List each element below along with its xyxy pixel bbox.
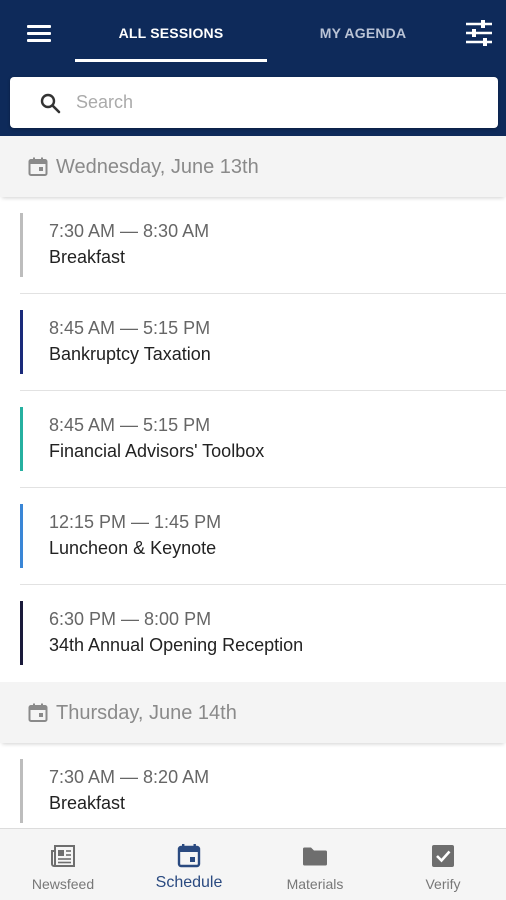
day-header: Wednesday, June 13th [0, 137, 506, 197]
sliders-icon [466, 20, 492, 46]
nav-newsfeed[interactable]: Newsfeed [0, 829, 126, 900]
day-header: Thursday, June 14th [0, 683, 506, 743]
session-item[interactable]: 8:45 AM — 5:15 PM Bankruptcy Taxation [20, 294, 506, 391]
session-time: 7:30 AM — 8:30 AM [49, 221, 210, 241]
checkbox-icon [432, 845, 454, 867]
session-color-bar [20, 213, 23, 277]
session-name: 34th Annual Opening Reception [49, 635, 304, 655]
nav-label: Materials [286, 876, 344, 892]
session-color-bar [20, 504, 23, 568]
search-input[interactable] [76, 87, 476, 118]
session-color-bar [20, 601, 23, 665]
app-header: ALL SESSIONS MY AGENDA [0, 0, 506, 136]
session-item[interactable]: 6:30 PM — 8:00 PM 34th Annual Opening Re… [20, 585, 506, 682]
search-bar [10, 77, 498, 128]
session-time: 7:30 AM — 8:20 AM [49, 767, 210, 787]
session-time: 8:45 AM — 5:15 PM [49, 415, 211, 435]
newspaper-icon [51, 845, 75, 867]
menu-icon [27, 25, 51, 28]
session-color-bar [20, 407, 23, 471]
session-name: Breakfast [49, 247, 126, 267]
session-list: 7:30 AM — 8:20 AM Breakfast [0, 743, 506, 840]
session-list: 7:30 AM — 8:30 AM Breakfast 8:45 AM — 5:… [0, 197, 506, 682]
tab-my-agenda[interactable]: MY AGENDA [267, 16, 459, 62]
calendar-icon [28, 157, 48, 176]
session-time: 12:15 PM — 1:45 PM [49, 512, 222, 532]
session-color-bar [20, 310, 23, 374]
session-name: Breakfast [49, 793, 126, 813]
menu-button[interactable] [27, 22, 53, 44]
tab-all-sessions[interactable]: ALL SESSIONS [75, 16, 267, 62]
session-time: 8:45 AM — 5:15 PM [49, 318, 211, 338]
bottom-nav: Newsfeed Schedule Materials Verify [0, 828, 506, 900]
session-name: Financial Advisors' Toolbox [49, 441, 265, 461]
folder-icon [303, 847, 327, 866]
session-time: 6:30 PM — 8:00 PM [49, 609, 212, 629]
search-icon [40, 93, 61, 114]
day-title: Wednesday, June 13th [56, 155, 259, 178]
calendar-icon [177, 844, 201, 868]
session-name: Luncheon & Keynote [49, 538, 217, 558]
nav-materials[interactable]: Materials [252, 829, 378, 900]
session-item[interactable]: 12:15 PM — 1:45 PM Luncheon & Keynote [20, 488, 506, 585]
session-item[interactable]: 7:30 AM — 8:20 AM Breakfast [20, 743, 506, 840]
day-title: Thursday, June 14th [56, 701, 237, 724]
session-item[interactable]: 7:30 AM — 8:30 AM Breakfast [20, 197, 506, 294]
nav-label: Verify [425, 876, 461, 892]
calendar-icon [28, 703, 48, 722]
nav-schedule[interactable]: Schedule [126, 829, 252, 900]
session-item[interactable]: 8:45 AM — 5:15 PM Financial Advisors' To… [20, 391, 506, 488]
nav-verify[interactable]: Verify [380, 829, 506, 900]
nav-label: Newsfeed [31, 876, 95, 892]
session-name: Bankruptcy Taxation [49, 344, 211, 364]
filter-button[interactable] [464, 19, 494, 47]
session-color-bar [20, 759, 23, 823]
nav-label: Schedule [155, 874, 223, 891]
